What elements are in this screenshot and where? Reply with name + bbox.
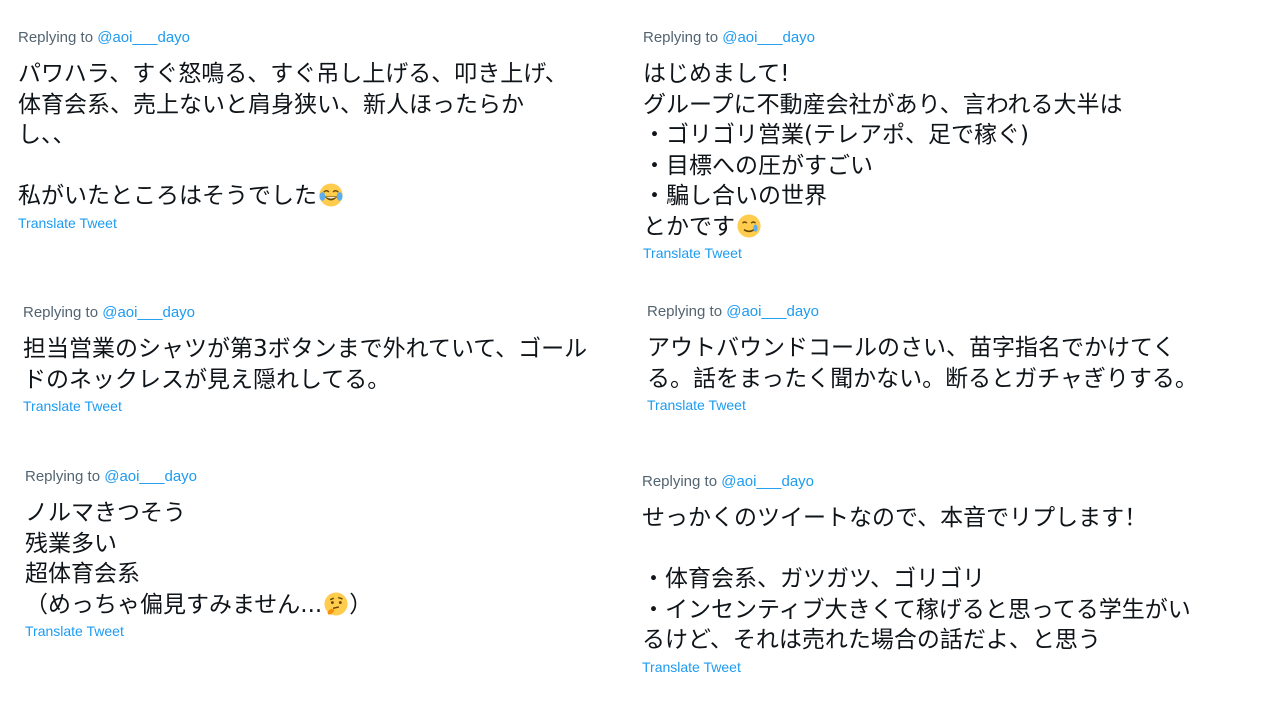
replying-to-line: Replying to @aoi___dayo <box>643 28 1123 48</box>
reply-handle-link[interactable]: @aoi___dayo <box>726 303 819 320</box>
reply-handle-link[interactable]: @aoi___dayo <box>97 29 190 46</box>
reply-tweet: Replying to @aoi___dayo パワハラ、すぐ怒鳴る、すぐ吊し上… <box>18 28 568 232</box>
tweet-text-content: ノルマきつそう 残業多い 超体育会系 （めっちゃ偏見すみません... <box>25 500 323 618</box>
tweet-text: アウトバウンドコールのさい、苗字指名でかけてく る。話をまったく聞かない。断ると… <box>647 333 1198 394</box>
translate-tweet-link[interactable]: Translate Tweet <box>18 214 568 232</box>
translate-tweet-link[interactable]: Translate Tweet <box>643 244 1123 262</box>
replying-to-line: Replying to @aoi___dayo <box>25 467 372 487</box>
reply-handle-link[interactable]: @aoi___dayo <box>102 304 195 321</box>
tweet-text-content: パワハラ、すぐ怒鳴る、すぐ吊し上げる、叩き上げ、 体育会系、売上ないと肩身狭い、… <box>18 61 568 209</box>
replying-to-label: Replying to <box>23 304 99 321</box>
tweet-text-closing: ） <box>349 591 373 618</box>
tweet-text-content: 担当営業のシャツが第3ボタンまで外れていて、ゴール ドのネックレスが見え隠れして… <box>23 336 588 393</box>
replying-to-label: Replying to <box>643 29 719 46</box>
reply-tweet: Replying to @aoi___dayo ノルマきつそう 残業多い 超体育… <box>25 467 372 640</box>
tweet-text: ノルマきつそう 残業多い 超体育会系 （めっちゃ偏見すみません... ） <box>25 498 372 620</box>
replying-to-line: Replying to @aoi___dayo <box>642 472 1191 492</box>
replying-to-line: Replying to @aoi___dayo <box>18 28 568 48</box>
reply-tweet: Replying to @aoi___dayo 担当営業のシャツが第3ボタンまで… <box>23 303 587 415</box>
tweet-text-content: アウトバウンドコールのさい、苗字指名でかけてく る。話をまったく聞かない。断ると… <box>647 335 1198 392</box>
translate-tweet-link[interactable]: Translate Tweet <box>23 397 587 415</box>
reply-tweet: Replying to @aoi___dayo アウトバウンドコールのさい、苗字… <box>647 302 1198 414</box>
replying-to-label: Replying to <box>647 303 723 320</box>
tweet-text: せっかくのツイートなので、本音でリプします！ ・体育会系、ガツガツ、ゴリゴリ ・… <box>642 503 1191 656</box>
translate-tweet-link[interactable]: Translate Tweet <box>25 622 372 640</box>
replying-to-line: Replying to @aoi___dayo <box>23 303 587 323</box>
tweet-text: 担当営業のシャツが第3ボタンまで外れていて、ゴール ドのネックレスが見え隠れして… <box>23 334 587 395</box>
thinking-face-icon <box>324 591 348 616</box>
replying-to-label: Replying to <box>642 473 718 490</box>
tweet-text: パワハラ、すぐ怒鳴る、すぐ吊し上げる、叩き上げ、 体育会系、売上ないと肩身狭い、… <box>18 59 568 212</box>
replying-to-label: Replying to <box>18 29 94 46</box>
reply-tweet: Replying to @aoi___dayo はじめまして! グループに不動産… <box>643 28 1123 262</box>
reply-handle-link[interactable]: @aoi___dayo <box>722 29 815 46</box>
smiling-face-with-tear-icon <box>737 213 761 238</box>
replying-to-line: Replying to @aoi___dayo <box>647 302 1198 322</box>
tweet-text-content: はじめまして! グループに不動産会社があり、言われる大半は ・ゴリゴリ営業(テレ… <box>643 61 1123 240</box>
translate-tweet-link[interactable]: Translate Tweet <box>647 396 1198 414</box>
replying-to-label: Replying to <box>25 468 101 485</box>
reply-handle-link[interactable]: @aoi___dayo <box>104 468 197 485</box>
reply-tweet: Replying to @aoi___dayo せっかくのツイートなので、本音で… <box>642 472 1191 676</box>
face-with-tears-of-joy-icon <box>319 183 343 207</box>
translate-tweet-link[interactable]: Translate Tweet <box>642 658 1191 676</box>
tweet-text: はじめまして! グループに不動産会社があり、言われる大半は ・ゴリゴリ営業(テレ… <box>643 59 1123 242</box>
tweet-text-content: せっかくのツイートなので、本音でリプします！ ・体育会系、ガツガツ、ゴリゴリ ・… <box>642 505 1191 653</box>
reply-handle-link[interactable]: @aoi___dayo <box>721 473 814 490</box>
